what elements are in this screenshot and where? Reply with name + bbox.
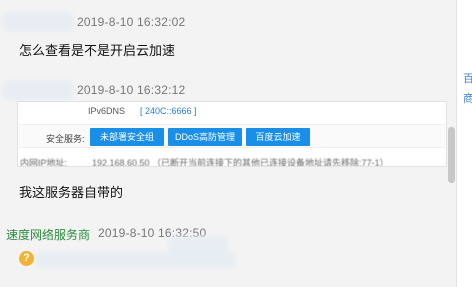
question-mark-icon: ? xyxy=(19,251,34,266)
message-timestamp: 2019-8-10 16:32:12 xyxy=(77,83,186,97)
avatar-blurred xyxy=(2,12,74,32)
message-timestamp: 2019-8-10 16:32:02 xyxy=(77,15,186,29)
blurred-message xyxy=(36,252,236,268)
dns-value: [ 240C::6666 ] xyxy=(140,106,197,116)
chat-history[interactable]: 2019-8-10 16:32:02 怎么查看是不是开启云加速 2019-8-1… xyxy=(0,0,447,287)
ddos-button[interactable]: DDoS高防管理 xyxy=(168,128,242,146)
sender-name[interactable]: 速度网络服务商 xyxy=(6,226,90,243)
right-panel-link[interactable]: 商 xyxy=(463,93,472,105)
dns-label: IPv6DNS xyxy=(88,106,126,116)
ip-value: 192.168.60.50 （已断开当前连接下的其他已连接设备地址请先移除:77… xyxy=(92,158,389,167)
right-panel: 百 商 xyxy=(456,0,472,287)
security-row: 安全服务: 未部署安全组 DDoS高防管理 百度云加速 xyxy=(18,124,446,148)
message-text: 怎么查看是不是开启云加速 xyxy=(19,43,176,58)
message-text: 我这服务器自带的 xyxy=(19,185,124,200)
ip-label: 内网IP地址: xyxy=(20,158,68,167)
security-label: 安全服务: xyxy=(46,134,85,144)
scrollbar-thumb[interactable] xyxy=(448,127,455,183)
right-panel-link[interactable]: 百 xyxy=(463,73,472,85)
avatar-blurred xyxy=(2,80,74,100)
cloud-accel-button[interactable]: 百度云加速 xyxy=(246,128,310,146)
security-group-button[interactable]: 未部署安全组 xyxy=(90,128,164,146)
message-image[interactable]: IPv6DNS [ 240C::6666 ] 安全服务: 未部署安全组 DDoS… xyxy=(17,101,447,167)
